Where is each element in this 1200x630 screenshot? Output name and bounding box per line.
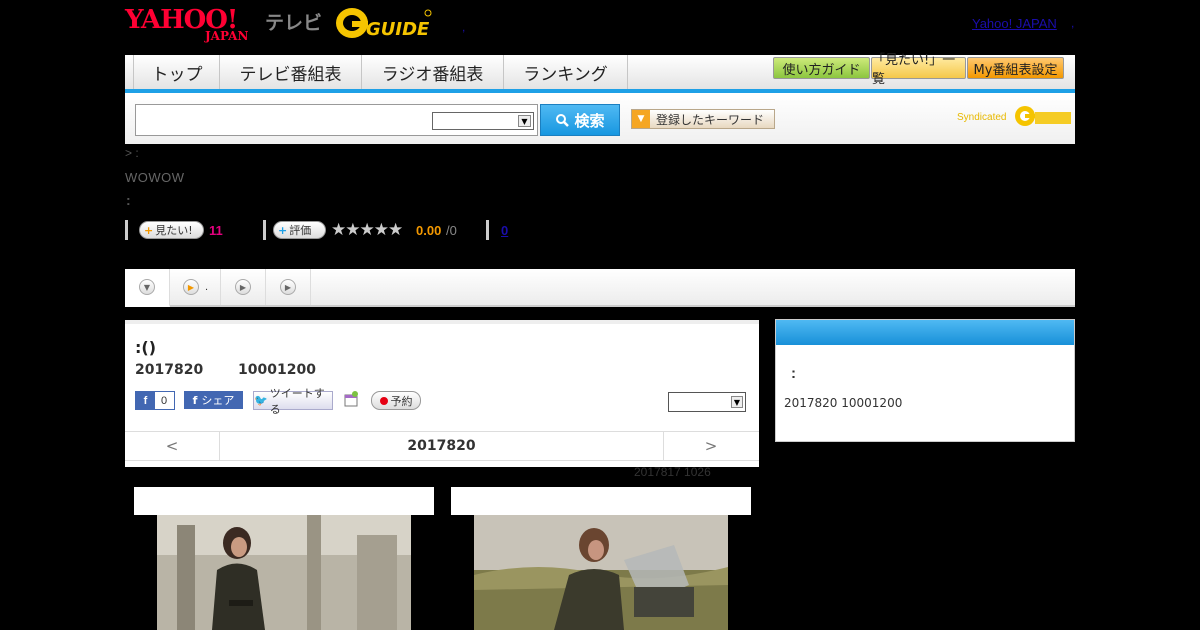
star-rating: ★★★★★ [331, 220, 403, 240]
date-navigation: < 2017820 > [125, 431, 759, 461]
scene-photo-image [474, 515, 728, 630]
want-count: 11 [209, 223, 223, 238]
tv-label: テレビ [265, 12, 323, 34]
rate-label: 評価 [289, 224, 312, 237]
want-to-watch-label: 見たい! [155, 224, 193, 237]
nav-edge [125, 55, 134, 89]
side-panel-info: 2017820 10001200 [784, 396, 903, 410]
station-name: WOWOW [125, 170, 185, 185]
record-icon [379, 396, 388, 405]
image-card-header [134, 487, 434, 515]
my-schedule-settings-button[interactable]: My番組表設定 [967, 57, 1064, 79]
chevron-down-icon: ▼ [731, 396, 743, 408]
scene-photo [157, 515, 411, 630]
twitter-bird-icon: 🐦 [254, 394, 268, 407]
down-arrow-icon: ▼ [139, 279, 155, 295]
plus-icon: + [278, 223, 288, 237]
broadcast-date: 2017820 [135, 362, 204, 378]
side-panel-header [776, 320, 1074, 345]
gguide-logo[interactable]: GUIDE [334, 5, 434, 41]
program-genre: : [126, 192, 131, 208]
reserve-label: 予約 [390, 394, 413, 408]
comment-count-link[interactable]: 0 [501, 223, 508, 238]
facebook-share-label: シェア [201, 394, 235, 407]
header-right-dot: , [1071, 16, 1075, 30]
scene-photo-image [157, 515, 411, 630]
want-to-watch-button[interactable]: + 見たい! [139, 221, 204, 239]
rate-button[interactable]: + 評価 [273, 221, 326, 239]
usage-guide-button[interactable]: 使い方ガイド [773, 57, 870, 79]
chevron-down-icon: ▼ [518, 115, 531, 127]
tab-ranking[interactable]: ランキング [504, 55, 628, 89]
search-icon [556, 114, 570, 127]
page: YAHOO! JAPAN テレビ GUIDE , Yahoo! JAPAN , … [0, 0, 1200, 630]
previous-day-button[interactable]: < [125, 432, 220, 460]
reserve-button[interactable]: 予約 [371, 391, 421, 410]
program-title: :() [135, 338, 157, 357]
play-icon: ▶ [235, 279, 251, 295]
tweet-button[interactable]: 🐦 ツイートする [253, 387, 333, 416]
side-panel-title: : [791, 365, 796, 382]
tweet-label: ツイートする [269, 386, 325, 416]
tab-program-info[interactable]: ▼ [125, 269, 170, 307]
plus-icon: + [144, 223, 154, 237]
want-list-button[interactable]: 「見たい!」一覧 [871, 53, 966, 87]
current-date: 2017820 [407, 438, 476, 454]
share-options-select[interactable]: ▼ [668, 392, 746, 412]
facebook-like-button[interactable]: f 0 [135, 391, 175, 410]
tab-cast-label: . [204, 281, 209, 293]
divider [263, 220, 266, 240]
search-category-select[interactable]: ▼ [432, 112, 534, 130]
tab-comments[interactable]: ▶ [221, 269, 266, 305]
rating-row: + 見たい! 11 + 評価 ★★★★★ 0.00 /0 0 [125, 220, 625, 242]
saved-keywords-button[interactable]: ▼ 登録したキーワード [631, 109, 775, 129]
rating-count: /0 [446, 223, 457, 238]
tab-top[interactable]: トップ [135, 55, 220, 89]
tab-tv-schedule[interactable]: テレビ番組表 [220, 55, 362, 89]
divider [486, 220, 489, 240]
side-panel: : 2017820 10001200 [775, 319, 1075, 442]
search-bar: ▼ 検索 ▼ 登録したキーワード Syndicated [125, 93, 1075, 144]
gguide-logo-icon: GUIDE [336, 8, 432, 40]
facebook-share-button[interactable]: f シェア [184, 391, 243, 409]
triangle-down-icon: ▼ [632, 110, 650, 128]
yahoo-japan-link[interactable]: Yahoo! JAPAN [972, 16, 1057, 31]
calendar-icon [344, 391, 358, 407]
breadcrumb: > : [125, 146, 139, 160]
facebook-like-count: 0 [161, 394, 168, 407]
japan-logo-text: JAPAN [205, 29, 249, 43]
play-icon: ▶ [182, 279, 199, 295]
site-header: YAHOO! JAPAN テレビ GUIDE , Yahoo! JAPAN , [0, 0, 1200, 55]
scene-photo [474, 515, 728, 630]
next-day-button[interactable]: > [663, 432, 758, 460]
syndicated-gguide-logo: Syndicated [957, 103, 1072, 129]
scene-image-card[interactable] [451, 487, 751, 630]
yahoo-japan-logo[interactable]: YAHOO! JAPAN [125, 5, 263, 43]
play-icon: ▶ [280, 279, 296, 295]
facebook-icon: f [192, 393, 198, 407]
facebook-icon: f [136, 392, 155, 409]
broadcast-time: 10001200 [238, 362, 316, 378]
tab-radio-schedule[interactable]: ラジオ番組表 [362, 55, 504, 89]
main-nav: トップ テレビ番組表 ラジオ番組表 ランキング 使い方ガイド 「見たい!」一覧 … [125, 53, 1075, 93]
search-button[interactable]: 検索 [540, 104, 620, 136]
program-tabs: ▼ ▶ . ▶ ▶ [125, 269, 1075, 307]
tab-cast[interactable]: ▶ . [171, 269, 221, 305]
last-updated: 2017817 1026 [634, 465, 711, 479]
syndicated-text: Syndicated [957, 112, 1007, 123]
gguide-small-logo-icon [1015, 106, 1071, 126]
rating-score: 0.00 [416, 223, 442, 238]
calendar-add-icon[interactable] [343, 391, 359, 408]
divider [125, 220, 128, 240]
gguide-text: GUIDE [366, 19, 430, 40]
program-detail-panel: :() 2017820 10001200 f 0 f シェア 🐦 ツイートする … [125, 320, 759, 467]
scene-image-card[interactable] [134, 487, 434, 630]
search-button-label: 検索 [574, 111, 605, 130]
header-dot: , [462, 20, 466, 34]
image-card-header [451, 487, 751, 515]
saved-keywords-label: 登録したキーワード [656, 112, 765, 127]
tab-related[interactable]: ▶ [266, 269, 311, 305]
